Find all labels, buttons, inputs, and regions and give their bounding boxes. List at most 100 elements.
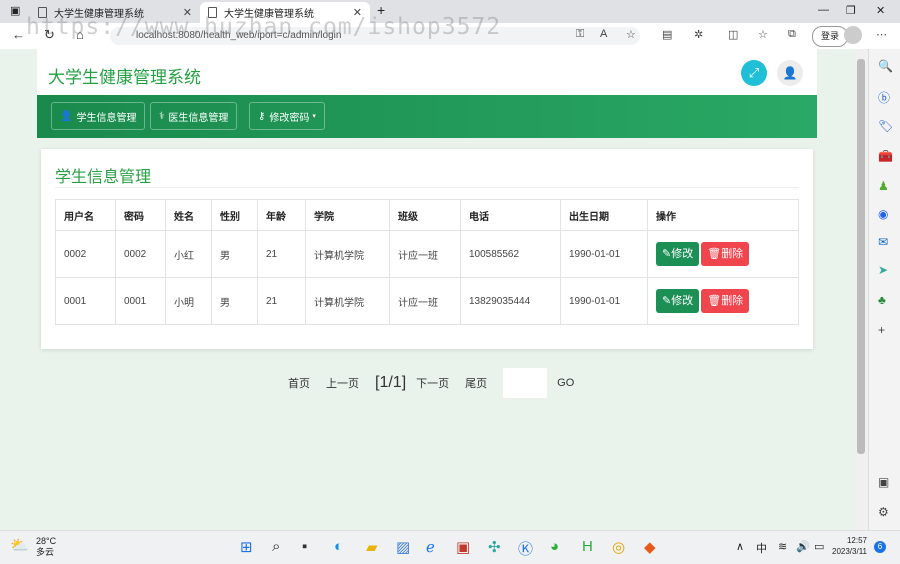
menu-change-password[interactable]: ⚷ 修改密码 ▾ — [249, 102, 325, 130]
split-screen-icon[interactable]: ◫ — [728, 28, 738, 41]
collections-icon[interactable]: ▤ — [662, 28, 672, 41]
cell-class: 计应一班 — [389, 277, 461, 325]
search-icon[interactable]: ⌕ — [272, 538, 280, 555]
last-page-link[interactable]: 尾页 — [465, 375, 487, 391]
intellij-icon[interactable]: ▣ — [456, 538, 470, 556]
pagination: 首页 上一页 [1/1] 下一页 尾页 GO — [288, 368, 590, 398]
app-orange-icon[interactable]: ◆ — [644, 538, 656, 556]
menu-doctor-info[interactable]: ⚕ 医生信息管理 — [150, 102, 238, 130]
cell-name: 小明 — [165, 277, 212, 325]
profile-avatar[interactable] — [844, 26, 862, 44]
time: 12:57 — [846, 536, 867, 545]
edit-label: 修改 — [671, 295, 694, 307]
edge-sidebar: 🔍 ⓑ 🏷 🧰 ♟ ◉ ✉ ➤ ♣ + ▣ ⚙ — [868, 49, 900, 530]
go-button[interactable]: GO — [557, 377, 574, 389]
column-header: 电话 — [460, 199, 561, 231]
start-icon[interactable]: ⊞ — [240, 538, 253, 556]
favorite-add-icon[interactable]: ☆ — [626, 28, 636, 41]
next-page-link[interactable]: 下一页 — [416, 375, 449, 391]
tag-icon[interactable]: 🏷 — [878, 119, 893, 133]
column-header: 性别 — [211, 199, 258, 231]
column-header: 出生日期 — [560, 199, 648, 231]
login-button[interactable]: 登录 — [812, 26, 849, 47]
file-explorer-icon[interactable]: ▰ — [366, 538, 378, 556]
delete-button[interactable]: 🗑删除 — [701, 289, 750, 313]
collections-2-icon[interactable]: ⧉ — [788, 28, 796, 41]
first-page-link[interactable]: 首页 — [288, 375, 310, 391]
section-title: 学生信息管理 — [55, 169, 152, 186]
date: 2023/3/11 — [832, 547, 867, 556]
wifi-icon[interactable]: ≋ — [778, 540, 787, 553]
app-header: 大学生健康管理系统 ⤢ 👤 — [37, 49, 817, 95]
ime-indicator[interactable]: 中 — [756, 540, 767, 556]
more-icon[interactable]: ⋯ — [876, 28, 887, 41]
key-icon[interactable]: ⚿ — [576, 28, 584, 41]
cell-college: 计算机学院 — [305, 230, 390, 278]
column-header: 学院 — [305, 199, 390, 231]
tools-icon[interactable]: 🧰 — [878, 149, 893, 163]
key-icon: ⚷ — [258, 110, 266, 122]
clock[interactable]: 12:57 2023/3/11 — [832, 535, 867, 557]
cell-actions: ✎修改 🗑删除 — [647, 277, 799, 325]
read-aloud-icon[interactable]: A — [600, 28, 607, 40]
outlook-icon[interactable]: ✉ — [878, 235, 888, 249]
add-icon[interactable]: + — [878, 323, 885, 337]
back-icon[interactable]: ← — [12, 27, 25, 42]
office-icon[interactable]: ◉ — [878, 207, 888, 221]
maximize-icon[interactable]: ❐ — [846, 4, 856, 17]
k-app-icon[interactable]: Ⓚ — [518, 538, 533, 559]
minimize-icon[interactable]: — — [818, 4, 829, 16]
prev-page-link[interactable]: 上一页 — [326, 375, 359, 391]
hbuilder-icon[interactable]: H — [582, 538, 593, 555]
chrome-icon[interactable]: ◎ — [612, 538, 625, 556]
settings-icon[interactable]: ⚙ — [878, 505, 889, 519]
column-header: 年龄 — [257, 199, 306, 231]
page-viewport: 大学生健康管理系统 ⤢ 👤 👤 学生信息管理 ⚕ 医生信息管理 ⚷ 修改密码 ▾… — [0, 49, 855, 530]
edge-icon[interactable]: ◐ — [334, 538, 343, 555]
edit-icon: ✎ — [662, 295, 672, 307]
chevron-down-icon: ▾ — [312, 113, 316, 120]
page-number-input[interactable] — [503, 368, 548, 398]
volume-icon[interactable]: 🔊 — [796, 540, 810, 553]
search-icon[interactable]: 🔍 — [878, 59, 893, 73]
favorites-icon[interactable]: ☆ — [758, 28, 768, 41]
games-icon[interactable]: ♟ — [878, 179, 889, 193]
extensions-icon[interactable]: ✲ — [694, 28, 703, 41]
tree-icon[interactable]: ♣ — [878, 293, 886, 307]
edit-button[interactable]: ✎修改 — [656, 289, 700, 313]
send-icon[interactable]: ➤ — [878, 263, 888, 277]
fullscreen-icon[interactable]: ⤢ — [741, 60, 767, 86]
weather-widget[interactable]: ⛅ 28°C 多云 — [10, 536, 56, 558]
cell-age: 21 — [257, 277, 306, 325]
app-title: 大学生健康管理系统 — [48, 68, 201, 87]
weather-text: 多云 — [36, 547, 55, 557]
task-view-icon[interactable]: ▪ — [302, 538, 307, 555]
delete-label: 删除 — [721, 295, 744, 307]
cell-gender: 男 — [211, 277, 258, 325]
wechat-icon[interactable]: ◕ — [550, 538, 559, 555]
trash-icon: 🗑 — [707, 295, 722, 307]
bing-icon[interactable]: ⓑ — [878, 89, 890, 106]
tab-actions-icon[interactable]: ▣ — [10, 4, 20, 17]
scrollbar-thumb[interactable] — [857, 59, 865, 454]
ie-icon[interactable]: ℯ — [426, 538, 435, 556]
delete-button[interactable]: 🗑删除 — [701, 242, 750, 266]
user-icon[interactable]: 👤 — [777, 60, 803, 86]
app-icon[interactable]: ✣ — [488, 538, 501, 556]
close-window-icon[interactable]: ✕ — [876, 4, 885, 17]
cell-age: 21 — [257, 230, 306, 278]
trash-icon: 🗑 — [707, 248, 722, 260]
battery-icon[interactable]: ▭ — [814, 540, 824, 553]
chevron-up-icon[interactable]: ∧ — [736, 540, 744, 553]
photos-icon[interactable]: ▨ — [396, 538, 410, 556]
edit-button[interactable]: ✎修改 — [656, 242, 700, 266]
sidebar-toggle-icon[interactable]: ▣ — [878, 475, 889, 489]
page-scrollbar[interactable] — [855, 49, 867, 530]
cloud-sun-icon: ⛅ — [10, 537, 29, 554]
temperature: 28°C — [36, 536, 57, 546]
menu-student-info[interactable]: 👤 学生信息管理 — [51, 102, 146, 130]
cell-phone: 13829035444 — [460, 277, 561, 325]
notification-badge[interactable]: 6 — [874, 541, 886, 553]
column-header: 用户名 — [55, 199, 116, 231]
cell-phone: 100585562 — [460, 230, 561, 278]
